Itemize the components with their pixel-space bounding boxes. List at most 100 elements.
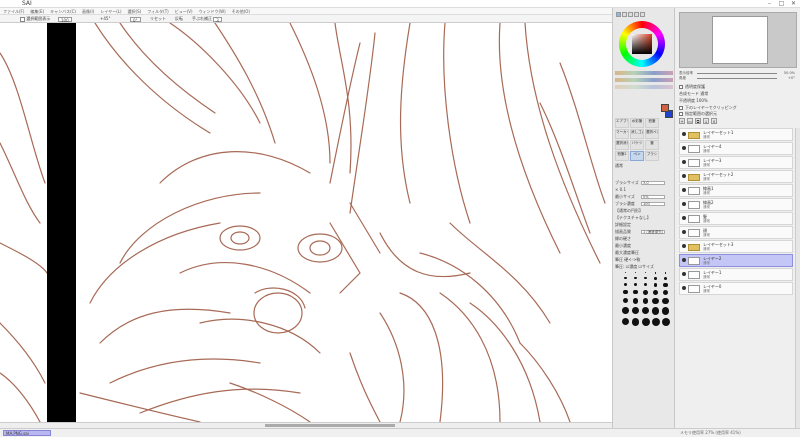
- close-icon[interactable]: ✕: [789, 0, 798, 7]
- brush-texture-row[interactable]: 【テクスチャなし】: [615, 215, 673, 221]
- menu-item[interactable]: ファイル(F): [3, 8, 24, 14]
- clip-checkbox[interactable]: [679, 106, 683, 110]
- flip-button[interactable]: 反転: [175, 16, 183, 22]
- tool-button[interactable]: 鉛筆: [645, 118, 659, 128]
- brush-size-dot[interactable]: [625, 272, 626, 273]
- menu-item[interactable]: その他(O): [232, 8, 250, 14]
- brush-size-dot[interactable]: [631, 317, 640, 326]
- pressure-hardness-row[interactable]: 筆圧 硬<->軟: [615, 257, 673, 263]
- layer-folder-row[interactable]: レイヤーセット1 通常: [679, 128, 793, 141]
- detail-settings-row[interactable]: 詳細設定: [615, 222, 673, 228]
- blend-mode-option[interactable]: 合成モード 通常: [679, 91, 797, 97]
- tool-button[interactable]: マーカー: [615, 129, 629, 139]
- brush-size-dot[interactable]: [652, 298, 659, 305]
- new-layer-icon[interactable]: +: [679, 118, 685, 124]
- layer-row[interactable]: レイヤー3 通常: [679, 156, 793, 169]
- layer-row[interactable]: レイヤー2 通常: [679, 254, 793, 267]
- brush-size-dot[interactable]: [642, 298, 649, 304]
- drawing-canvas[interactable]: [0, 23, 612, 422]
- hsv-slider-tab[interactable]: [628, 12, 633, 17]
- layer-row[interactable]: レイヤー4 通常: [679, 142, 793, 155]
- eye-icon[interactable]: [682, 202, 686, 206]
- brush-size-dot[interactable]: [654, 272, 657, 274]
- menu-item[interactable]: 画像(I): [82, 8, 94, 14]
- rgb-slider-tab[interactable]: [622, 12, 627, 17]
- layer-folder-row[interactable]: レイヤーセット3 通常: [679, 240, 793, 253]
- stabilizer-field[interactable]: 手ぶれ補正 3: [192, 16, 222, 23]
- layer-row[interactable]: レイヤー0 通常: [679, 282, 793, 295]
- navigator[interactable]: [679, 12, 797, 68]
- eye-icon[interactable]: [682, 216, 686, 220]
- protect-opacity-checkbox[interactable]: [679, 85, 683, 89]
- color-swatch-strip[interactable]: [615, 71, 673, 75]
- brush-size-dot[interactable]: [653, 289, 658, 295]
- brush-size-dot[interactable]: [632, 307, 639, 315]
- brush-size-dot[interactable]: [622, 298, 629, 304]
- brush-size-dot[interactable]: [644, 276, 647, 280]
- blend-mode-row[interactable]: 通常: [615, 163, 673, 169]
- brush-size-value[interactable]: 3.0: [641, 181, 665, 185]
- swatch-tab[interactable]: [634, 12, 639, 17]
- select-source-option[interactable]: 指定範囲の選択元: [679, 111, 797, 117]
- layer-row[interactable]: 髪通常: [679, 212, 793, 225]
- brush-size-dot[interactable]: [624, 276, 627, 279]
- min-size-row[interactable]: 最小サイズ 0%: [615, 194, 673, 200]
- menu-item[interactable]: ビュー(V): [175, 8, 193, 14]
- brush-density-row[interactable]: ブラシ濃度 100: [615, 201, 673, 207]
- reset-button[interactable]: リセット: [150, 16, 166, 22]
- brush-size-dot[interactable]: [661, 317, 670, 326]
- pressure-check-row[interactable]: 筆圧: ☑濃度 ☑サイズ: [615, 264, 673, 270]
- max-pressure-row[interactable]: 最大濃度筆圧: [615, 250, 673, 256]
- zoom-field[interactable]: 100: [58, 16, 72, 23]
- brush-size-dot[interactable]: [632, 298, 639, 304]
- maximize-icon[interactable]: □: [777, 0, 786, 7]
- layer-row[interactable]: 線画2 通常: [679, 198, 793, 211]
- document-tab[interactable]: MA.PNG.sai: [3, 430, 51, 436]
- fg-bg-color[interactable]: [661, 104, 673, 118]
- layer-opacity-value[interactable]: 100%: [696, 98, 707, 103]
- brush-size-dot[interactable]: [634, 276, 637, 280]
- eye-icon[interactable]: [682, 174, 686, 178]
- eye-icon[interactable]: [682, 188, 686, 192]
- brush-size-dot[interactable]: [653, 282, 658, 287]
- foreground-color-swatch[interactable]: [661, 104, 669, 112]
- brush-size-dot[interactable]: [621, 317, 630, 326]
- eye-icon[interactable]: [682, 244, 686, 248]
- brush-size-dot[interactable]: [643, 282, 648, 287]
- menu-item[interactable]: ウィンドウ(W): [199, 8, 226, 14]
- copy-layer-icon[interactable]: ⧉: [695, 118, 701, 124]
- brush-size-multiplier-row[interactable]: × 0.1: [615, 187, 673, 193]
- tool-button[interactable]: 水彩筆: [630, 118, 644, 128]
- color-wheel[interactable]: [619, 21, 665, 67]
- quality-row[interactable]: 描画品質 1 (速度優先): [615, 229, 673, 235]
- saturation-value-square[interactable]: [632, 34, 652, 54]
- delete-layer-icon[interactable]: ×: [711, 118, 717, 124]
- tool-button[interactable]: バケツ: [630, 140, 644, 150]
- scroll-thumb[interactable]: [265, 424, 395, 427]
- layer-row[interactable]: レイヤー1 通常: [679, 268, 793, 281]
- tool-button[interactable]: 選択ペン: [645, 129, 659, 139]
- brush-size-dot[interactable]: [654, 276, 657, 280]
- brush-size-row[interactable]: ブラシサイズ 3.0: [615, 180, 673, 186]
- menu-item[interactable]: 選択(S): [128, 8, 142, 14]
- brush-size-dot[interactable]: [662, 289, 669, 296]
- brush-size-dot[interactable]: [651, 317, 660, 326]
- tool-button[interactable]: エアブラシ: [615, 118, 629, 128]
- merge-down-icon[interactable]: ↓: [703, 118, 709, 124]
- brush-size-dot[interactable]: [622, 307, 629, 314]
- nav-angle-slider[interactable]: 角度 +0°: [679, 76, 797, 81]
- eye-icon[interactable]: [682, 272, 686, 276]
- brush-size-dot[interactable]: [664, 272, 667, 274]
- tool-button[interactable]: ペン: [630, 151, 644, 161]
- scratchpad[interactable]: [615, 85, 673, 89]
- brush-size-dot[interactable]: [663, 282, 668, 287]
- menu-item[interactable]: 編集(E): [30, 8, 44, 14]
- color-wheel-tab[interactable]: [616, 12, 621, 17]
- brush-size-dot[interactable]: [644, 272, 647, 274]
- brush-shape-row[interactable]: 【通常の円形】: [615, 208, 673, 214]
- layer-folder-row[interactable]: レイヤーセット2 通常: [679, 170, 793, 183]
- selection-display-toggle[interactable]: 選択範囲表示: [20, 16, 50, 22]
- brush-size-dot[interactable]: [633, 289, 638, 295]
- brush-density-value[interactable]: 100: [641, 202, 665, 206]
- tool-button[interactable]: ブラシ: [645, 151, 659, 161]
